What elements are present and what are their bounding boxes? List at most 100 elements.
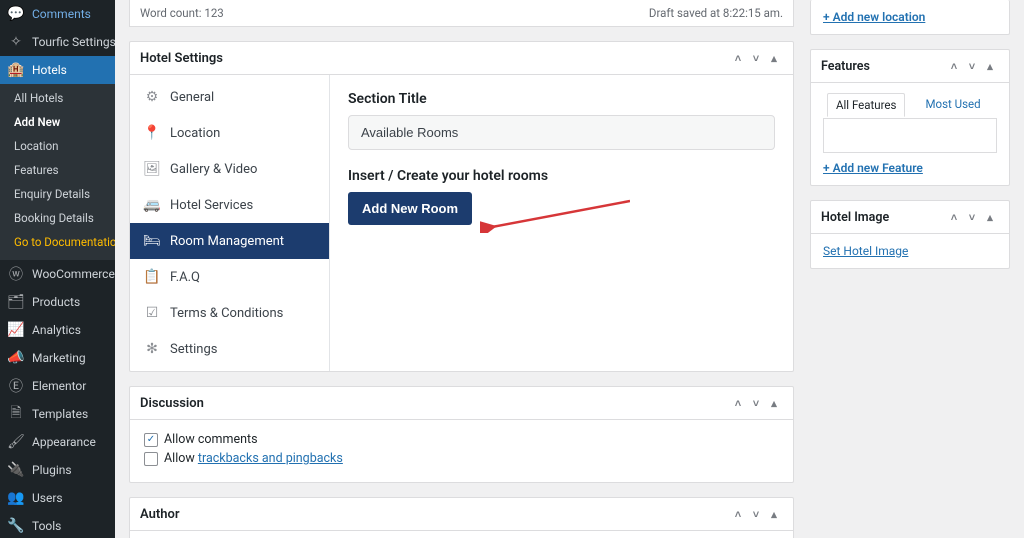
move-up-icon[interactable]: ˄ [729,505,747,523]
allow-trackbacks-checkbox[interactable] [144,452,158,466]
sub-item-go-to-documentation[interactable]: Go to Documentation [0,230,115,254]
allow-comments-checkbox[interactable] [144,433,158,447]
menu-item-marketing[interactable]: 📣 Marketing [0,344,115,372]
tab-settings[interactable]: ✻ Settings [130,331,329,367]
editor-status-bar: Word count: 123 Draft saved at 8:22:15 a… [129,0,794,27]
tab-gallery-video[interactable]: 🖼 Gallery & Video [130,151,329,187]
discussion-header: Discussion ˄ ˅ ▴ [130,387,793,420]
menu-item-comments[interactable]: 💬 Comments [0,0,115,28]
menu-item-plugins[interactable]: 🔌 Plugins [0,456,115,484]
menu-label: Plugins [32,463,72,477]
menu-label: Hotels [32,63,67,77]
section-title-label: Section Title [348,91,775,107]
tools-icon: 🔧 [8,518,24,534]
menu-item-woocommerce[interactable]: ⓦ WooCommerce [0,260,115,288]
menu-item-products[interactable]: 🗂 Products [0,288,115,316]
tab-terms-conditions[interactable]: ☑ Terms & Conditions [130,295,329,331]
hotel-settings-box: Hotel Settings ˄ ˅ ▴ ⚙ General 📍 Locatio… [129,41,794,372]
move-up-icon[interactable]: ˄ [945,57,963,75]
set-hotel-image-link[interactable]: Set Hotel Image [823,244,908,258]
tab-label: F.A.Q [170,270,200,285]
tab-label: Settings [170,342,217,357]
move-down-icon[interactable]: ˅ [747,49,765,67]
hotel-settings-header: Hotel Settings ˄ ˅ ▴ [130,42,793,75]
tab-all-features[interactable]: All Features [827,93,905,117]
toggle-icon[interactable]: ▴ [765,49,783,67]
move-down-icon[interactable]: ˅ [747,505,765,523]
tab-general[interactable]: ⚙ General [130,79,329,115]
menu-label: Analytics [32,323,81,337]
add-feature-link[interactable]: + Add new Feature [823,161,923,175]
features-box: Features ˄ ˅ ▴ All Features Most Used + … [810,49,1010,186]
author-box: Author ˄ ˅ ▴ suza (suza) [129,497,794,538]
menu-label: Comments [32,7,91,21]
discussion-box: Discussion ˄ ˅ ▴ Allow comments Allow tr… [129,386,794,483]
move-down-icon[interactable]: ˅ [963,208,981,226]
move-down-icon[interactable]: ˅ [963,57,981,75]
toggle-icon[interactable]: ▴ [765,394,783,412]
cog-icon: ✻ [144,341,160,357]
move-up-icon[interactable]: ˄ [729,49,747,67]
sub-item-booking-details[interactable]: Booking Details [0,206,115,230]
discussion-body: Allow comments Allow trackbacks and ping… [130,420,793,482]
check-icon: ☑ [144,305,160,321]
menu-item-analytics[interactable]: 📈 Analytics [0,316,115,344]
menu-label: Tourfic Settings [32,35,115,49]
toggle-icon[interactable]: ▴ [765,505,783,523]
hotel-image-box: Hotel Image ˄ ˅ ▴ Set Hotel Image [810,200,1010,269]
menu-label: WooCommerce [32,267,115,281]
sub-item-enquiry-details[interactable]: Enquiry Details [0,182,115,206]
draft-saved: Draft saved at 8:22:15 am. [649,6,783,20]
tab-faq[interactable]: 📋 F.A.Q [130,259,329,295]
location-box-fragment: + Add new location [810,0,1010,35]
menu-item-templates[interactable]: 🗎 Templates [0,400,115,428]
hotel-icon: 🏨 [8,62,24,78]
hotel-settings-title: Hotel Settings [140,51,729,66]
author-title: Author [140,507,729,522]
center-column: Word count: 123 Draft saved at 8:22:15 a… [129,0,794,518]
allow-prefix: Allow [164,451,198,466]
tab-location[interactable]: 📍 Location [130,115,329,151]
move-down-icon[interactable]: ˅ [747,394,765,412]
menu-item-appearance[interactable]: 🖌 Appearance [0,428,115,456]
section-title-input[interactable] [348,115,775,150]
bed-icon: 🛏 [144,233,160,249]
tab-hotel-services[interactable]: 🚐 Hotel Services [130,187,329,223]
add-location-link[interactable]: + Add new location [823,10,925,24]
menu-label: Users [32,491,63,505]
right-column: + Add new location Features ˄ ˅ ▴ All Fe… [810,0,1010,518]
sub-item-location[interactable]: Location [0,134,115,158]
allow-trackbacks-row: Allow trackbacks and pingbacks [144,451,779,466]
gear-icon: ⚙ [144,89,160,105]
insert-rooms-label: Insert / Create your hotel rooms [348,168,775,184]
author-header: Author ˄ ˅ ▴ [130,498,793,531]
word-count: Word count: 123 [140,6,224,20]
menu-label: Products [32,295,80,309]
sub-item-add-new[interactable]: Add New [0,110,115,134]
comments-icon: 💬 [8,6,24,22]
trackbacks-link[interactable]: trackbacks and pingbacks [198,451,343,466]
tab-room-management[interactable]: 🛏 Room Management [130,223,329,259]
features-list-panel[interactable] [823,119,997,153]
toggle-icon[interactable]: ▴ [981,57,999,75]
tab-label: Room Management [170,234,284,249]
move-up-icon[interactable]: ˄ [729,394,747,412]
toggle-icon[interactable]: ▴ [981,208,999,226]
templates-icon: 🗎 [8,406,24,422]
menu-label: Marketing [32,351,86,365]
discussion-title: Discussion [140,396,729,411]
menu-item-tools[interactable]: 🔧 Tools [0,512,115,538]
gallery-icon: 🖼 [144,161,160,177]
room-management-panel: Section Title Insert / Create your hotel… [330,75,793,371]
sub-item-features[interactable]: Features [0,158,115,182]
menu-item-hotels[interactable]: 🏨 Hotels [0,56,115,84]
tab-label: General [170,90,214,105]
sub-item-all-hotels[interactable]: All Hotels [0,86,115,110]
tab-most-used[interactable]: Most Used [917,93,988,116]
menu-item-tourfic-settings[interactable]: ✧ Tourfic Settings [0,28,115,56]
menu-item-elementor[interactable]: Ⓔ Elementor [0,372,115,400]
move-up-icon[interactable]: ˄ [945,208,963,226]
menu-item-users[interactable]: 👥 Users [0,484,115,512]
main-scroll-area[interactable]: Word count: 123 Draft saved at 8:22:15 a… [115,0,1024,538]
add-new-room-button[interactable]: Add New Room [348,192,472,225]
